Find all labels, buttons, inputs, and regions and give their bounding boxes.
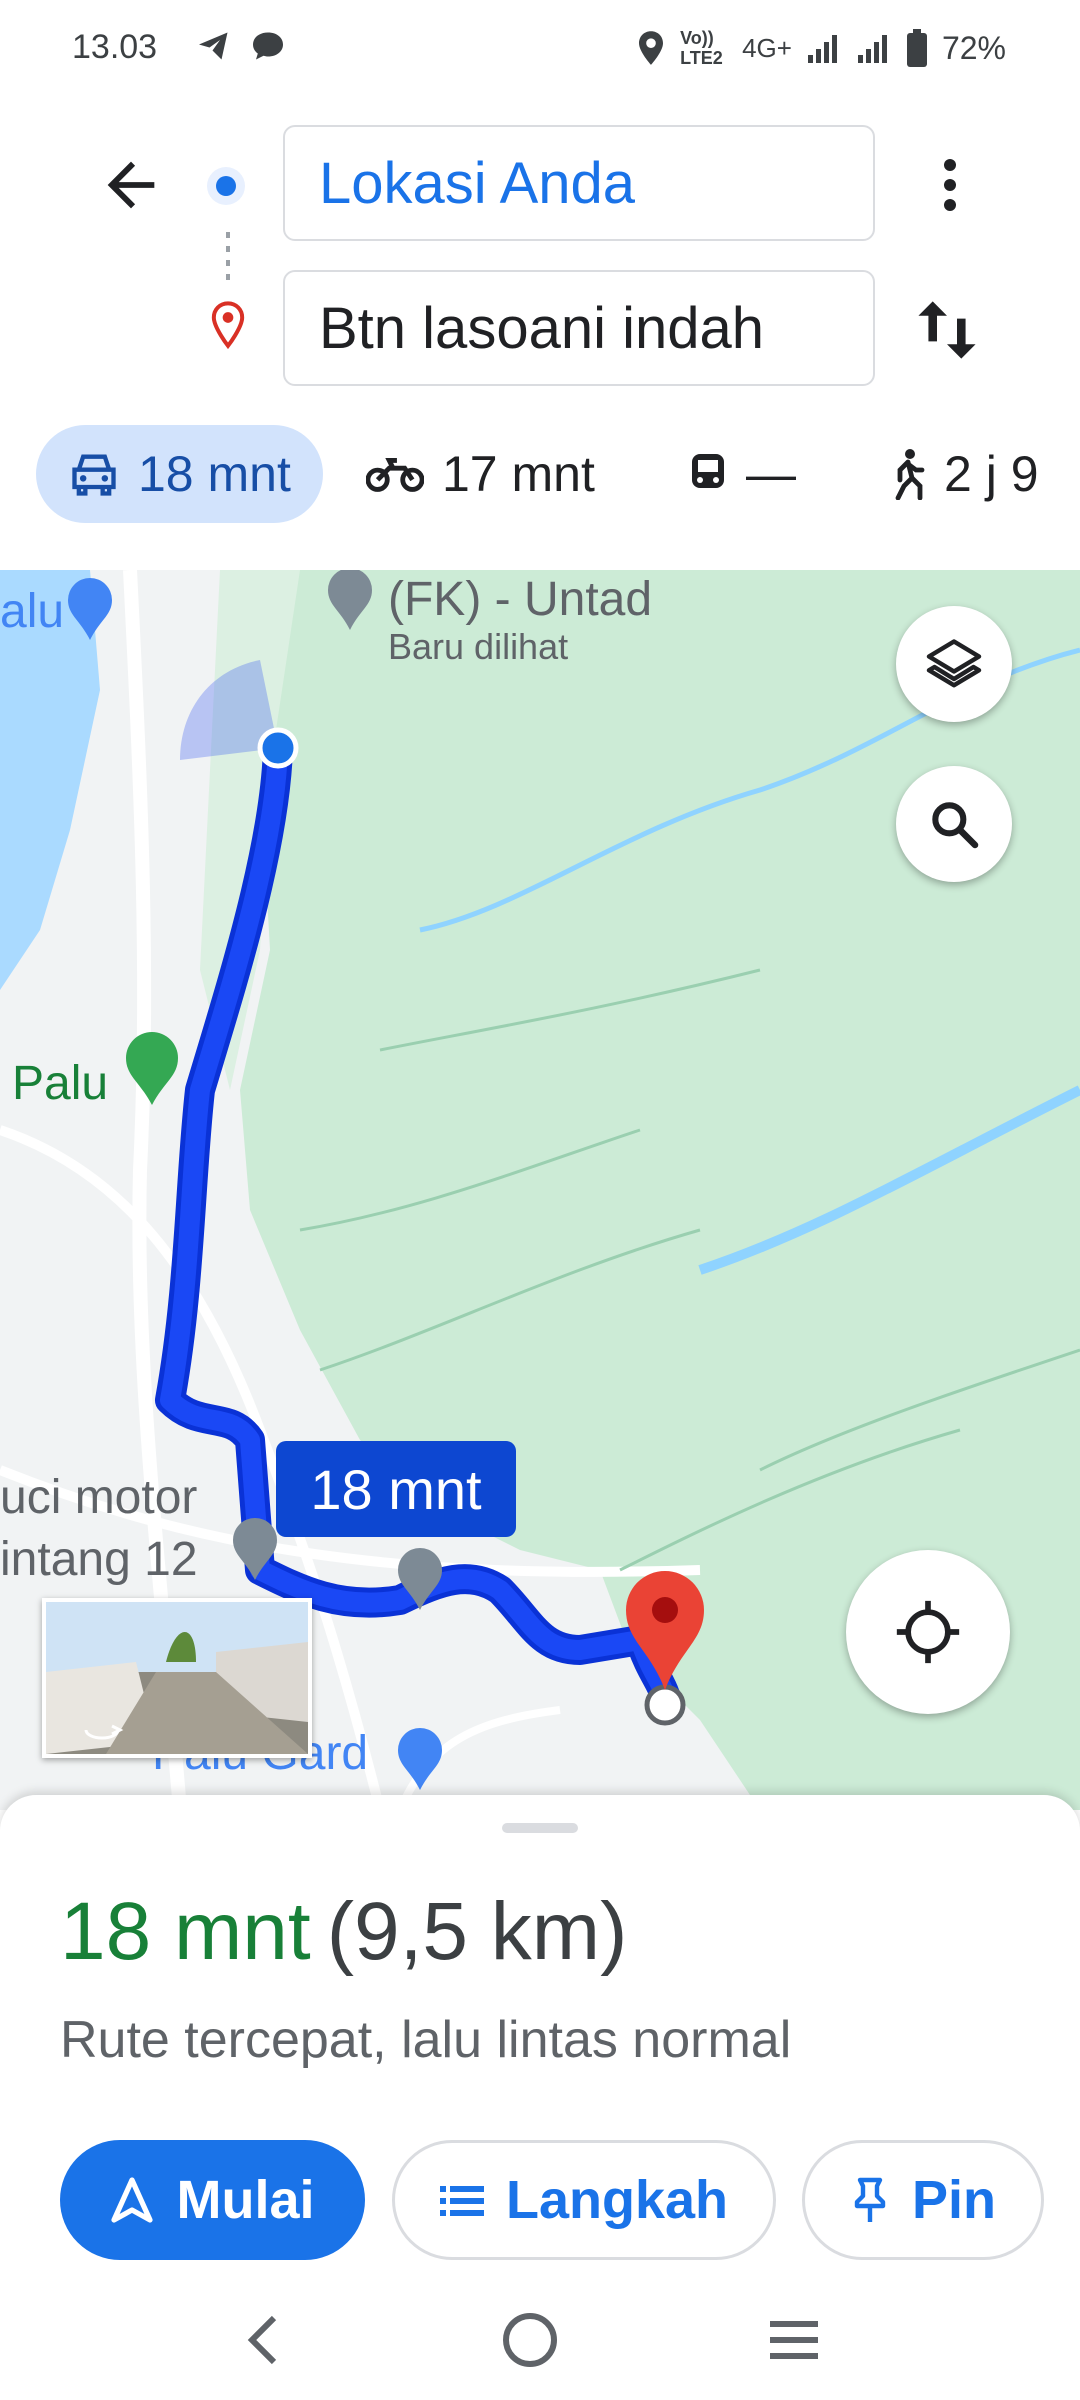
mode-walk-label: 2 j 9 [944,446,1039,502]
steps-label: Langkah [505,2170,729,2230]
street-view-photo [46,1602,308,1754]
navigation-arrow-icon [111,2177,154,2223]
train-icon [692,454,724,488]
route-duration: 18 mnt [60,1886,311,1977]
location-icon [639,31,664,65]
map-label-poi-fk[interactable]: (FK) - Untad [388,572,652,627]
mode-motorcycle-label: 17 mnt [442,446,595,502]
system-nav-bar [0,2280,1080,2400]
more-options-button[interactable] [920,150,980,220]
map-search-button[interactable] [896,766,1012,882]
start-navigation-button[interactable]: Mulai [60,2140,365,2260]
mode-motorcycle[interactable]: 17 mnt [366,425,595,523]
nav-back-button[interactable] [224,2300,304,2380]
battery-level: 72% [941,29,1006,66]
signal-icon-2 [857,35,887,63]
menu-icon [770,2321,818,2359]
motorcycle-icon [366,458,424,492]
pin-label: Pin [911,2170,996,2230]
steps-button[interactable]: Langkah [392,2140,776,2260]
search-icon [932,802,979,849]
list-icon [439,2186,484,2216]
nav-recents-button[interactable] [754,2300,834,2380]
route-summary: 18 mnt (9,5 km) [60,1885,627,1979]
start-label: Mulai [176,2170,315,2230]
signal-icon [807,35,837,63]
swap-button[interactable] [912,290,982,370]
origin-field[interactable]: Lokasi Anda [283,125,875,241]
nav-home-button[interactable] [490,2300,570,2380]
map-view[interactable]: (FK) - Untad Baru dilihat alu Palu uci m… [0,570,1080,1810]
origin-dot-icon [207,167,245,205]
destination-pin-icon [211,301,245,350]
pin-button[interactable]: Pin [802,2140,1044,2260]
map-label-palu-left[interactable]: alu [0,584,64,639]
battery-icon [906,29,927,67]
status-bar: 13.03 Vo)) LTE2 4G+ 72% [0,0,1080,100]
map-label-recently-viewed: Baru dilihat [388,626,569,667]
route-connector [226,232,230,280]
my-location-button[interactable] [846,1550,1010,1714]
status-time: 13.03 [72,28,158,66]
arrow-back-icon [107,161,155,209]
sheet-drag-handle[interactable] [502,1823,578,1833]
pushpin-icon [854,2177,886,2222]
walk-icon [895,449,925,500]
map-label-palu[interactable]: Palu [12,1056,108,1111]
route-eta-bubble[interactable]: 18 mnt [276,1441,516,1537]
mode-transit-label: — [746,446,796,502]
mode-car-label: 18 mnt [138,446,291,502]
back-button[interactable] [96,150,166,220]
map-label-motor-1[interactable]: uci motor [0,1470,197,1525]
map-layers-button[interactable] [896,606,1012,722]
mode-transit[interactable]: — [688,425,796,523]
chevron-left-icon [247,2315,277,2365]
destination-field[interactable]: Btn lasoani indah [283,270,875,386]
mode-car[interactable]: 18 mnt [36,425,323,523]
map-label-motor-2[interactable]: intang 12 [0,1532,198,1587]
more-vert-icon [944,159,956,211]
layers-icon [926,639,982,688]
network-type: 4G+ [742,32,792,63]
swap-vert-icon [918,301,976,359]
home-circle-icon [503,2313,557,2367]
my-location-icon [896,1600,960,1664]
travel-mode-bar: 18 mnt 17 mnt — 2 j 9 [0,425,1080,525]
route-description: Rute tercepat, lalu lintas normal [60,2011,792,2069]
chat-icon [253,32,283,60]
street-view-thumbnail[interactable] [42,1598,312,1758]
mode-walk[interactable]: 2 j 9 [890,425,1039,523]
route-distance: (9,5 km) [326,1886,628,1977]
car-icon [72,454,116,496]
volte-indicator: Vo)) LTE2 [680,28,723,68]
telegram-icon [199,32,228,60]
